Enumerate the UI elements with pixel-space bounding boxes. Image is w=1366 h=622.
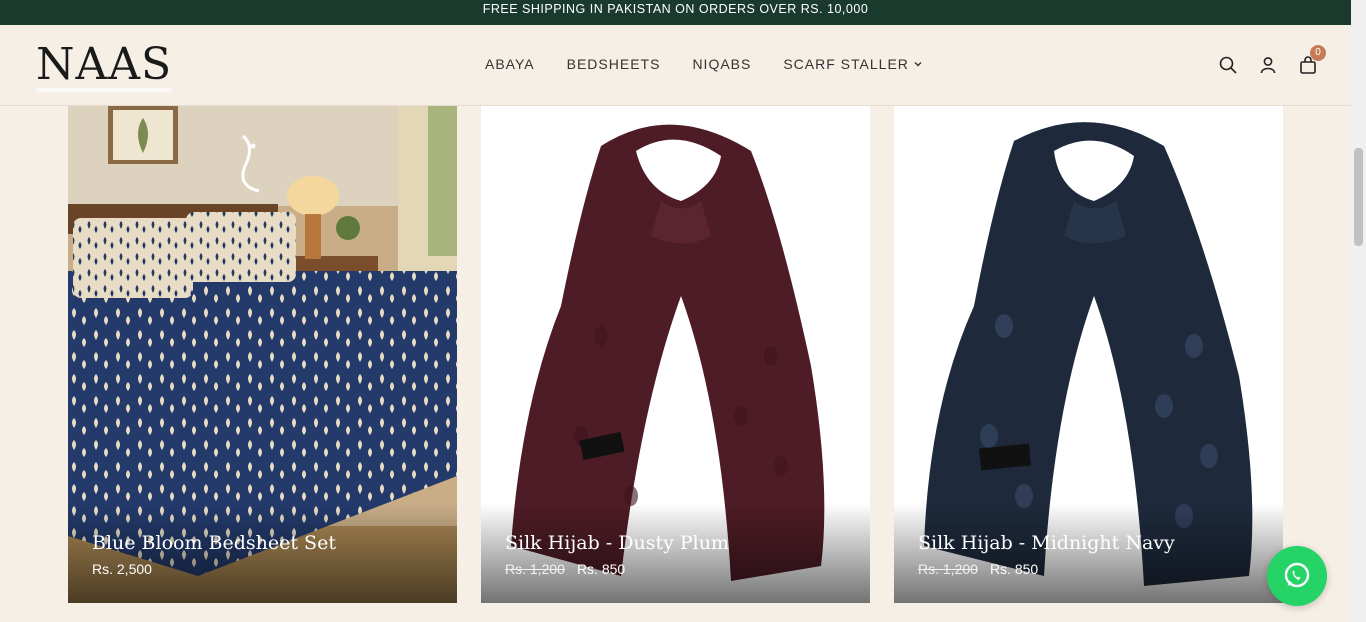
product-card-midnight-navy[interactable]: Silk Hijab - Midnight Navy Rs. 1,200 Rs.… (894, 106, 1283, 603)
cart-count-badge: 0 (1310, 45, 1326, 61)
whatsapp-chat-button[interactable] (1267, 546, 1327, 606)
product-price: Rs. 1,200 Rs. 850 (918, 561, 1038, 577)
whatsapp-icon (1284, 562, 1310, 588)
page-scrollbar[interactable] (1351, 0, 1366, 622)
shopping-bag-icon[interactable]: 0 (1298, 45, 1326, 75)
search-icon[interactable] (1218, 55, 1238, 75)
product-price: Rs. 2,500 (92, 561, 152, 577)
brand-logo[interactable]: NAAS (36, 41, 172, 89)
product-card-bedsheet[interactable]: Blue Bloom Bedsheet Set Rs. 2,500 (68, 106, 457, 603)
site-header: NAAS ABAYA BEDSHEETS NIQABS SCARF STALLE… (0, 25, 1351, 106)
sale-price: Rs. 2,500 (92, 561, 152, 577)
nav-item-niqabs[interactable]: NIQABS (692, 56, 751, 72)
product-price: Rs. 1,200 Rs. 850 (505, 561, 625, 577)
logo-underline (36, 88, 172, 92)
product-card-dusty-plum[interactable]: Silk Hijab - Dusty Plum Rs. 1,200 Rs. 85… (481, 106, 870, 603)
compare-price: Rs. 1,200 (918, 561, 978, 577)
sale-price: Rs. 850 (989, 561, 1039, 577)
compare-price: Rs. 1,200 (505, 561, 565, 577)
main-nav: ABAYA BEDSHEETS NIQABS SCARF STALLER (485, 56, 923, 72)
nav-item-scarf-staller[interactable]: SCARF STALLER (783, 56, 923, 72)
sale-price: Rs. 850 (576, 561, 626, 577)
nav-item-bedsheets[interactable]: BEDSHEETS (567, 56, 661, 72)
product-title[interactable]: Silk Hijab - Midnight Navy (918, 532, 1175, 554)
nav-item-abaya[interactable]: ABAYA (485, 56, 535, 72)
announcement-text: FREE SHIPPING IN PAKISTAN ON ORDERS OVER… (482, 2, 869, 16)
announcement-bar: FREE SHIPPING IN PAKISTAN ON ORDERS OVER… (0, 0, 1351, 25)
user-icon[interactable] (1258, 55, 1278, 75)
product-title[interactable]: Silk Hijab - Dusty Plum (505, 532, 729, 554)
product-title[interactable]: Blue Bloom Bedsheet Set (92, 532, 336, 554)
header-icons: 0 (1218, 45, 1326, 75)
scrollbar-thumb[interactable] (1354, 148, 1363, 246)
product-grid: Blue Bloom Bedsheet Set Rs. 2,500 Silk H… (68, 106, 1284, 603)
chevron-down-icon (914, 62, 922, 67)
